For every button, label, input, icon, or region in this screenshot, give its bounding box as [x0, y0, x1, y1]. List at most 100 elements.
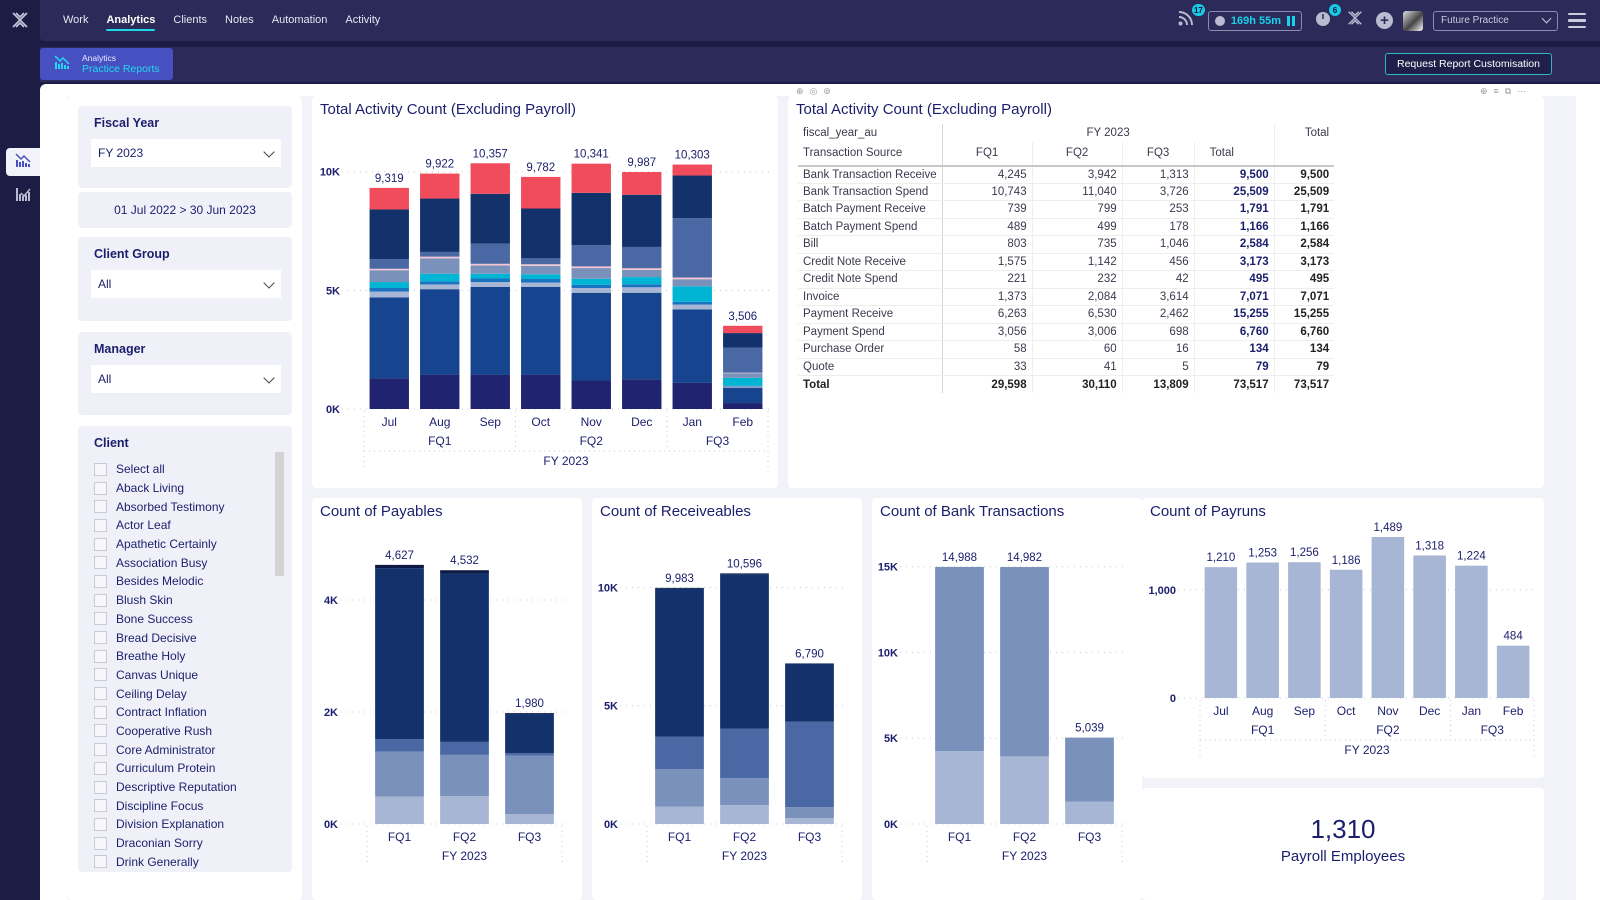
client-list-item[interactable]: Aback Living — [94, 479, 237, 498]
bar-segment-credit-note-receive — [672, 279, 712, 287]
user-avatar[interactable] — [1403, 10, 1423, 31]
client-list-item[interactable]: Core Administrator — [94, 740, 237, 759]
client-list-item[interactable]: Bone Success — [94, 610, 237, 629]
bank-chart-card: Count of Bank Transactions 0K 5K 10K 15K 14,… — [872, 498, 1142, 900]
practice-reports-tab[interactable]: Analytics Practice Reports — [40, 48, 173, 80]
nav-tab-activity[interactable]: Activity — [336, 0, 389, 41]
client-list-item[interactable]: Discipline Focus — [94, 796, 237, 815]
bar-segment-payruns — [1246, 562, 1279, 698]
add-plus-icon[interactable]: + — [1376, 12, 1393, 29]
client-checkbox[interactable] — [94, 705, 107, 719]
bar-segment-payment-spend — [375, 796, 424, 824]
bar-segment-credit-note-receive — [369, 270, 409, 283]
client-list-item[interactable]: Canvas Unique — [94, 666, 237, 685]
client-checkbox[interactable] — [94, 799, 107, 813]
client-checkbox[interactable] — [94, 687, 107, 701]
client-checkbox[interactable] — [94, 761, 107, 775]
client-checkbox[interactable] — [94, 649, 107, 663]
client-list-item[interactable]: Cooperative Rush — [94, 722, 237, 741]
client-list-item[interactable]: Draconian Sorry — [94, 834, 237, 853]
client-checkbox[interactable] — [94, 518, 107, 532]
client-checkbox[interactable] — [94, 836, 107, 850]
col-header-fq2[interactable]: FQ2 — [1032, 141, 1123, 167]
fiscal-year-filter: Fiscal Year FY 2023 — [78, 106, 292, 188]
client-list-item[interactable]: Absorbed Testimony — [94, 497, 237, 516]
rail-reports-button[interactable] — [6, 148, 40, 176]
client-list-item[interactable]: Select all — [94, 460, 237, 479]
client-checkbox[interactable] — [94, 537, 107, 551]
row-header-transaction-source: Transaction Source — [798, 141, 943, 167]
client-list-item[interactable]: Bread Decisive — [94, 628, 237, 647]
bar-segment-batch-payment-receive — [720, 805, 769, 824]
col-header-fq1[interactable]: FQ1 — [942, 141, 1033, 167]
data-label: 4,532 — [450, 555, 479, 567]
request-customisation-button[interactable]: Request Report Customisation — [1385, 53, 1552, 75]
client-checkbox[interactable] — [94, 612, 107, 626]
client-list-item[interactable]: Apathetic Certainly — [94, 535, 237, 554]
brand-button[interactable] — [1344, 10, 1366, 32]
client-checkbox[interactable] — [94, 817, 107, 831]
client-checkbox[interactable] — [94, 500, 107, 514]
client-group-select[interactable]: All — [91, 270, 281, 298]
client-checkbox[interactable] — [94, 593, 107, 607]
payables-chart-title: Count of Payables — [320, 503, 443, 520]
client-list-item[interactable]: Breathe Holy — [94, 647, 237, 666]
nav-tab-analytics[interactable]: Analytics — [97, 0, 164, 41]
bar-segment-bank-transaction-receive — [369, 187, 409, 210]
bar-segment-batch-payment-spend — [622, 284, 662, 288]
bar-segment-payruns — [1413, 555, 1446, 698]
nav-tab-work[interactable]: Work — [54, 0, 97, 41]
client-list-item[interactable]: Ceiling Delay — [94, 684, 237, 703]
app-logo-icon[interactable] — [10, 10, 30, 30]
client-list-item[interactable]: Blush Skin — [94, 591, 237, 610]
bar-segment-payruns — [1455, 565, 1488, 698]
practice-select[interactable]: Future Practice — [1433, 10, 1558, 31]
manager-select[interactable]: All — [91, 365, 281, 393]
client-checkbox[interactable] — [94, 631, 107, 645]
nav-tab-notes[interactable]: Notes — [216, 0, 263, 41]
client-list-item[interactable]: Division Explanation — [94, 815, 237, 834]
menu-hamburger-icon[interactable] — [1568, 12, 1586, 29]
client-checkbox[interactable] — [94, 574, 107, 588]
cell-grand-total: 15,255 — [1274, 305, 1335, 324]
col-header-fq3[interactable]: FQ3 — [1122, 141, 1195, 167]
nav-tab-clients[interactable]: Clients — [164, 0, 216, 41]
client-checkbox[interactable] — [94, 668, 107, 682]
client-list-item[interactable]: Association Busy — [94, 553, 237, 572]
y-tick-label: 15K — [878, 562, 898, 574]
bar-segment-batch-payment-receive — [521, 282, 561, 287]
bar-segment-credit-note-receive — [622, 269, 662, 278]
client-checkbox[interactable] — [94, 743, 107, 757]
timers-button[interactable]: 6 — [1312, 2, 1342, 32]
receivables-stacked-bar-chart: 0K 5K 10K 9,983 FQ1 10,596 FQ2 6,790 FQ3 FY 2023 — [598, 558, 846, 864]
client-list-scrollbar[interactable] — [275, 452, 284, 576]
x-year-label: FY 2023 — [722, 849, 767, 863]
rail-checklist-button[interactable] — [6, 182, 40, 210]
client-list-item[interactable]: Contract Inflation — [94, 703, 237, 722]
nav-tab-automation[interactable]: Automation — [263, 0, 337, 41]
cell-value: 178 — [1122, 218, 1195, 236]
feed-button[interactable]: 17 — [1176, 2, 1206, 32]
client-list-item[interactable]: Descriptive Reputation — [94, 778, 237, 797]
pause-icon[interactable] — [1287, 15, 1295, 26]
client-checkbox[interactable] — [94, 855, 107, 869]
cell-grand-total: 79 — [1274, 358, 1335, 376]
client-checkbox[interactable] — [94, 481, 107, 495]
bar-segment-bill — [672, 286, 712, 302]
client-checkbox[interactable] — [94, 556, 107, 570]
client-list-item[interactable]: Curriculum Protein — [94, 759, 237, 778]
client-list-item[interactable]: Drink Generally — [94, 852, 237, 871]
client-list-item[interactable]: Besides Melodic — [94, 572, 237, 591]
row-label: Bill — [798, 235, 943, 254]
client-checkbox[interactable] — [94, 724, 107, 738]
col-header-total[interactable]: Total — [1194, 141, 1275, 167]
fiscal-year-select[interactable]: FY 2023 — [91, 139, 281, 167]
client-list-item[interactable]: Actor Leaf — [94, 516, 237, 535]
x-quarter-label: FQ2 — [1376, 723, 1400, 737]
client-name: Select all — [116, 462, 165, 477]
client-checkbox[interactable] — [94, 780, 107, 794]
timer-widget[interactable]: 169h 55m — [1207, 10, 1302, 31]
client-checkbox[interactable] — [94, 462, 107, 476]
data-label: 10,303 — [675, 150, 710, 162]
table-total-row: Total 29,598 30,110 13,809 73,517 73,517 — [798, 375, 1334, 393]
